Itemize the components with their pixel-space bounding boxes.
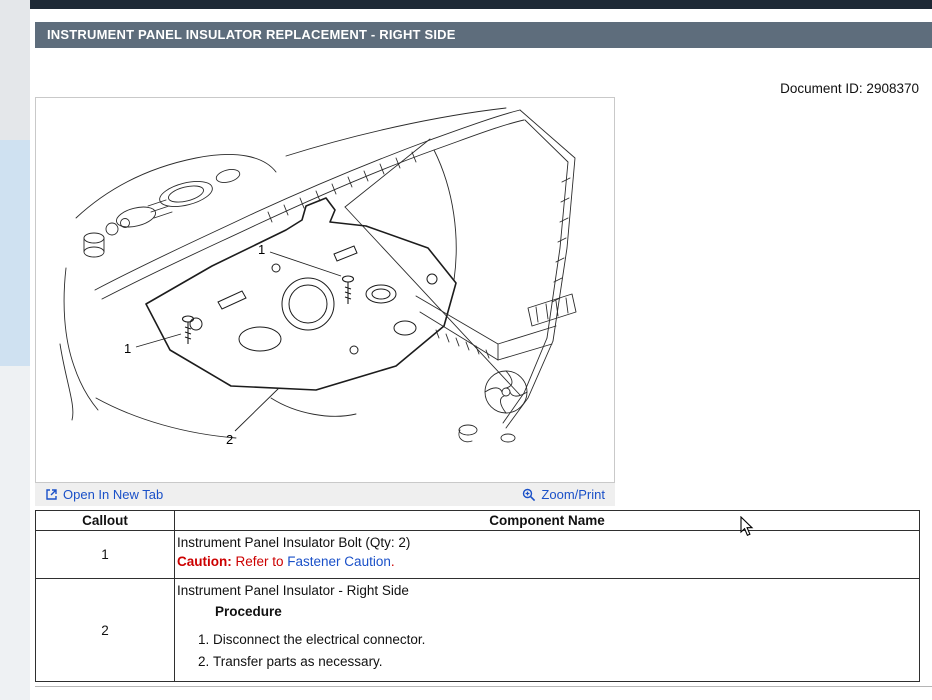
open-in-new-tab-label: Open In New Tab bbox=[63, 487, 163, 502]
caution-period: . bbox=[391, 554, 395, 569]
fastener-caution-link[interactable]: Fastener Caution bbox=[287, 554, 391, 569]
callout-2-label: 2 bbox=[226, 432, 233, 447]
left-gutter-light-segment bbox=[0, 366, 30, 700]
left-gutter bbox=[0, 0, 30, 700]
insulator-panel-outline bbox=[146, 198, 456, 390]
caution-label: Caution: bbox=[177, 554, 232, 569]
mouse-cursor bbox=[740, 516, 754, 537]
callout-leader-lines bbox=[136, 252, 341, 431]
zoom-icon bbox=[522, 488, 536, 502]
procedure-step: Disconnect the electrical connector. bbox=[213, 630, 915, 649]
procedure-steps: Disconnect the electrical connector. Tra… bbox=[177, 630, 915, 671]
callout-1-right-label: 1 bbox=[258, 242, 265, 257]
caution-note: Caution: Refer to Fastener Caution. bbox=[177, 552, 915, 571]
col-header-component-name: Component Name bbox=[175, 511, 920, 531]
component-name: Instrument Panel Insulator - Right Side bbox=[177, 581, 915, 600]
col-header-callout: Callout bbox=[36, 511, 175, 531]
callout-1-left-label: 1 bbox=[124, 341, 131, 356]
page-title: INSTRUMENT PANEL INSULATOR REPLACEMENT -… bbox=[47, 27, 456, 42]
page: INSTRUMENT PANEL INSULATOR REPLACEMENT -… bbox=[0, 0, 932, 700]
table-row: 2 Instrument Panel Insulator - Right Sid… bbox=[36, 579, 920, 682]
open-in-new-tab-link[interactable]: Open In New Tab bbox=[45, 487, 163, 502]
figure-toolbar: Open In New Tab Zoom/Print bbox=[35, 483, 615, 506]
technical-illustration: 1 1 2 bbox=[36, 98, 614, 482]
callout-cell-1: 1 bbox=[36, 531, 175, 579]
dashboard-sketch bbox=[60, 108, 576, 442]
component-cell-1: Instrument Panel Insulator Bolt (Qty: 2)… bbox=[175, 531, 920, 579]
component-name: Instrument Panel Insulator Bolt (Qty: 2) bbox=[177, 533, 915, 552]
zoom-print-link[interactable]: Zoom/Print bbox=[522, 487, 605, 502]
zoom-print-label: Zoom/Print bbox=[541, 487, 605, 502]
figure-container: 1 1 2 bbox=[35, 97, 615, 483]
bolt-icons bbox=[183, 276, 354, 344]
table-header-row: Callout Component Name bbox=[36, 511, 920, 531]
table-row: 1 Instrument Panel Insulator Bolt (Qty: … bbox=[36, 531, 920, 579]
procedure-step: Transfer parts as necessary. bbox=[213, 652, 915, 671]
callout-cell-2: 2 bbox=[36, 579, 175, 682]
open-in-new-icon bbox=[45, 488, 58, 501]
caution-text: Refer to bbox=[232, 554, 288, 569]
component-cell-2: Instrument Panel Insulator - Right Side … bbox=[175, 579, 920, 682]
procedure-heading: Procedure bbox=[215, 602, 915, 621]
left-gutter-blue-segment bbox=[0, 140, 30, 366]
bottom-divider bbox=[35, 686, 932, 687]
top-chrome-bar bbox=[30, 0, 932, 9]
page-title-bar: INSTRUMENT PANEL INSULATOR REPLACEMENT -… bbox=[35, 22, 932, 48]
document-id: Document ID: 2908370 bbox=[780, 81, 919, 96]
component-table: Callout Component Name 1 Instrument Pane… bbox=[35, 510, 920, 682]
insulator-panel-holes bbox=[190, 246, 437, 354]
